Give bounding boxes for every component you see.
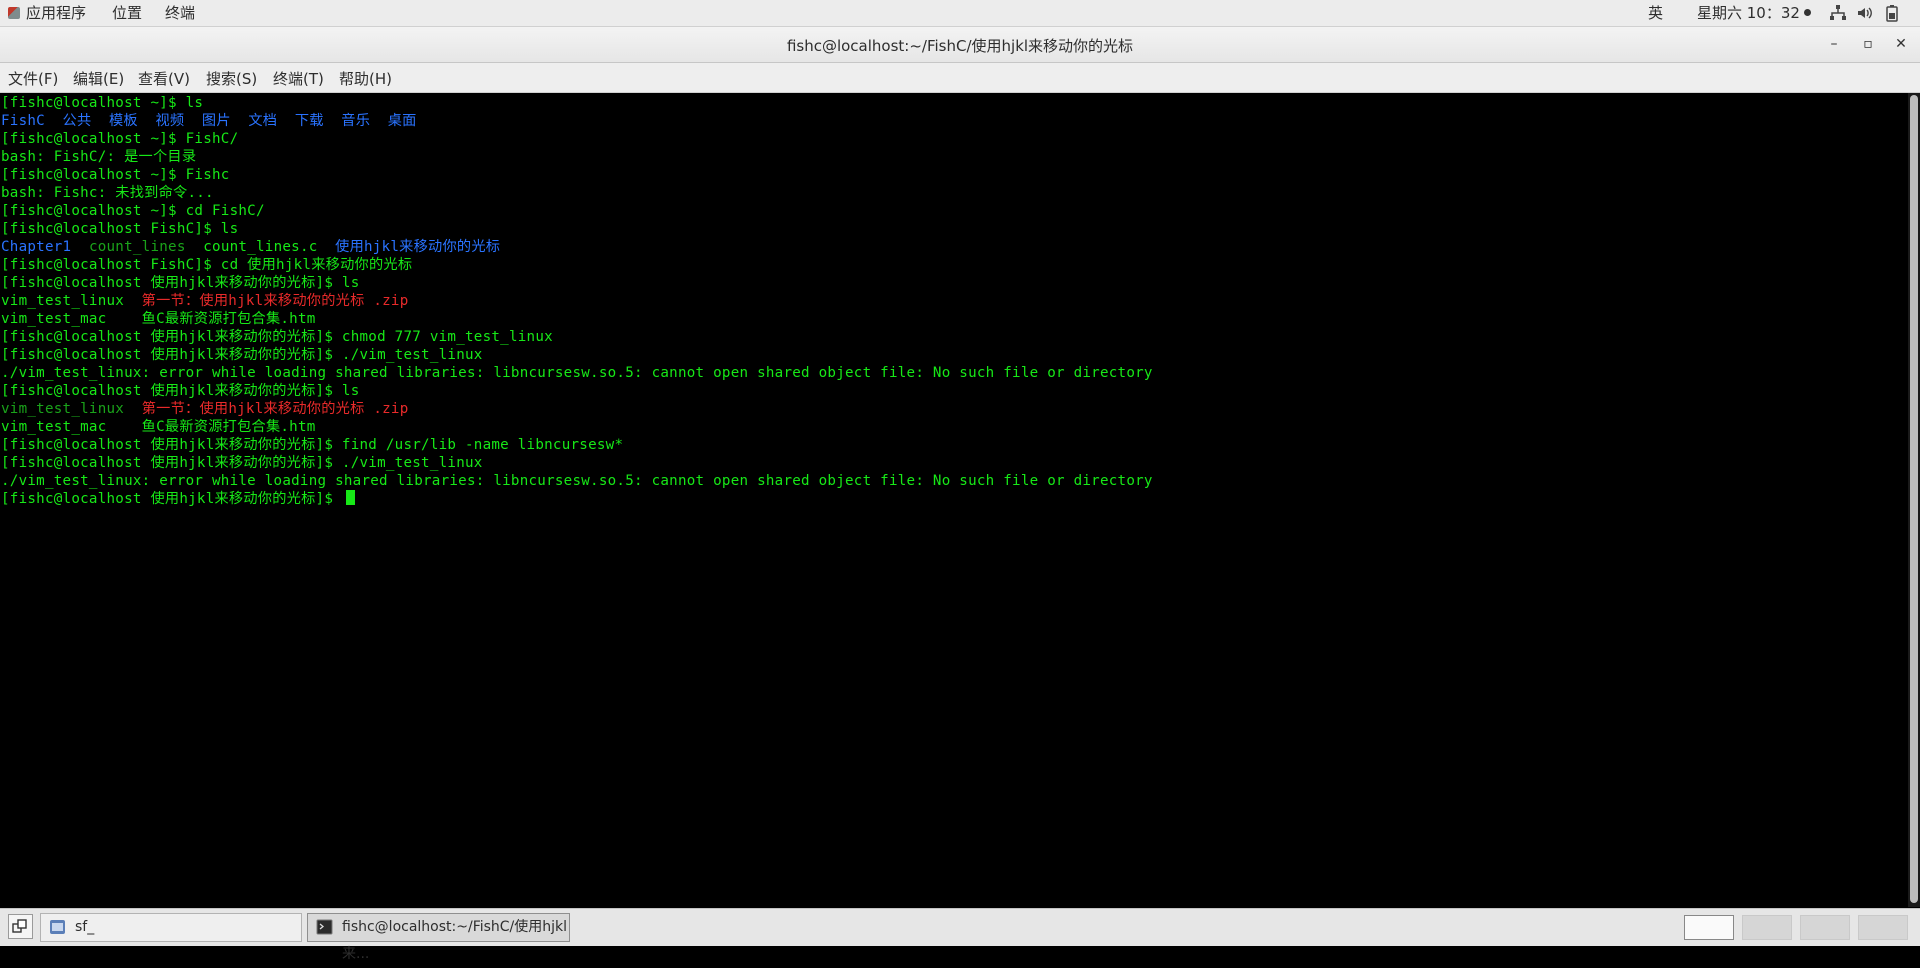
- workspace-4[interactable]: [1858, 915, 1908, 940]
- terminal-line: [fishc@localhost FishC]$ cd 使用hjkl来移动你的光…: [1, 256, 1153, 274]
- terminal-segment: [fishc@localhost FishC]$ ls: [1, 221, 239, 237]
- window-title-bar[interactable]: fishc@localhost:~/FishC/使用hjkl来移动你的光标 – …: [0, 27, 1920, 63]
- file-manager-icon: [50, 920, 65, 934]
- terminal-segment: FishC 公共 模板 视频 图片 文档 下载 音乐 桌面: [1, 113, 417, 129]
- terminal-scrollbar[interactable]: [1908, 93, 1920, 907]
- terminal-line: FishC 公共 模板 视频 图片 文档 下载 音乐 桌面: [1, 112, 1153, 130]
- menu-help[interactable]: 帮助(H): [339, 68, 392, 89]
- terminal-line: [fishc@localhost 使用hjkl来移动你的光标]$ find /u…: [1, 436, 1153, 454]
- terminal-line: [fishc@localhost 使用hjkl来移动你的光标]$ ls: [1, 382, 1153, 400]
- terminal-segment: [fishc@localhost ~]$ ls: [1, 95, 204, 111]
- maximize-button[interactable]: ▫: [1859, 35, 1877, 53]
- terminal-segment: [fishc@localhost 使用hjkl来移动你的光标]$ ls: [1, 383, 360, 399]
- terminal-line: bash: FishC/: 是一个目录: [1, 148, 1153, 166]
- show-desktop-button[interactable]: [8, 914, 33, 939]
- terminal-segment: Chapter1: [1, 239, 72, 255]
- terminal-segment: vim_test_linux: [1, 401, 125, 417]
- terminal-segment: [fishc@localhost 使用hjkl来移动你的光标]$ ./vim_t…: [1, 347, 483, 363]
- taskbar-item-label: sf_: [75, 919, 95, 935]
- terminal-line: vim_test_linux 第一节：使用hjkl来移动你的光标 .zip: [1, 400, 1153, 418]
- battery-icon[interactable]: [1883, 4, 1901, 22]
- terminal-segment: 第一节：使用hjkl来移动你的光标 .zip: [141, 293, 409, 309]
- close-button[interactable]: ✕: [1892, 35, 1910, 53]
- terminal-segment: count_lines.c: [185, 239, 336, 255]
- terminal-line: [fishc@localhost ~]$ Fishc: [1, 166, 1153, 184]
- terminal-segment: ./vim_test_linux: error while loading sh…: [1, 365, 1153, 381]
- clock[interactable]: 星期六 10：32: [1697, 3, 1811, 23]
- terminal-segment: bash: FishC/: 是一个目录: [1, 149, 197, 165]
- menubar: 文件(F) 编辑(E) 查看(V) 搜索(S) 终端(T) 帮助(H): [0, 63, 1920, 93]
- menu-view[interactable]: 查看(V): [138, 68, 190, 89]
- menu-file[interactable]: 文件(F): [8, 68, 58, 89]
- workspace-1[interactable]: [1684, 915, 1734, 940]
- taskbar-item-sf[interactable]: sf_: [40, 913, 302, 942]
- terminal-segment: vim_test_mac 鱼C最新资源打包合集.htm: [1, 419, 316, 435]
- clock-label: 星期六 10：32: [1697, 4, 1800, 22]
- show-desktop-icon: [12, 919, 27, 933]
- terminal-segment: [fishc@localhost 使用hjkl来移动你的光标]$ chmod 7…: [1, 329, 553, 345]
- places-menu[interactable]: 位置: [112, 3, 142, 23]
- terminal-line: [fishc@localhost 使用hjkl来移动你的光标]$: [1, 490, 1153, 508]
- scrollbar-thumb[interactable]: [1910, 95, 1918, 903]
- terminal-segment: [fishc@localhost 使用hjkl来移动你的光标]$: [1, 491, 342, 507]
- applications-menu[interactable]: 应用程序: [8, 3, 86, 23]
- terminal-line: [fishc@localhost ~]$ ls: [1, 94, 1153, 112]
- menu-terminal[interactable]: 终端(T): [273, 68, 324, 89]
- terminal-line: [fishc@localhost 使用hjkl来移动你的光标]$ ./vim_t…: [1, 454, 1153, 472]
- terminal-line: [fishc@localhost FishC]$ ls: [1, 220, 1153, 238]
- terminal-line: [fishc@localhost ~]$ cd FishC/: [1, 202, 1153, 220]
- terminal-segment: ./vim_test_linux: error while loading sh…: [1, 473, 1153, 489]
- applications-icon: [8, 7, 20, 19]
- applications-label: 应用程序: [26, 4, 87, 22]
- terminal-segment: count_lines: [88, 239, 186, 255]
- terminal-line: [fishc@localhost ~]$ FishC/: [1, 130, 1153, 148]
- terminal-line: Chapter1 count_lines count_lines.c 使用hjk…: [1, 238, 1153, 256]
- terminal-line: bash: Fishc: 未找到命令...: [1, 184, 1153, 202]
- terminal-segment: [fishc@localhost 使用hjkl来移动你的光标]$ ls: [1, 275, 360, 291]
- terminal-cursor: [345, 490, 355, 505]
- terminal-line: vim_test_linux 第一节：使用hjkl来移动你的光标 .zip: [1, 292, 1153, 310]
- terminal-segment: vim_test_linux: [1, 293, 142, 309]
- terminal-app-menu[interactable]: 终端: [165, 3, 195, 23]
- terminal-segment: [fishc@localhost ~]$ FishC/: [1, 131, 239, 147]
- notification-dot-icon: [1803, 9, 1811, 16]
- terminal-output[interactable]: [fishc@localhost ~]$ ls FishC 公共 模板 视频 图片…: [0, 93, 1908, 907]
- terminal-segment: [fishc@localhost ~]$ cd FishC/: [1, 203, 265, 219]
- terminal-segment: [71, 239, 89, 255]
- top-panel: 应用程序 位置 终端 英 星期六 10：32: [0, 0, 1920, 27]
- taskbar: sf_ fishc@localhost:~/FishC/使用hjkl来...: [0, 908, 1920, 962]
- workspace-2[interactable]: [1742, 915, 1792, 940]
- terminal-segment: [fishc@localhost ~]$ Fishc: [1, 167, 230, 183]
- workspace-3[interactable]: [1800, 915, 1850, 940]
- volume-icon[interactable]: [1856, 4, 1874, 22]
- terminal-line: ./vim_test_linux: error while loading sh…: [1, 364, 1153, 382]
- menu-edit[interactable]: 编辑(E): [73, 68, 124, 89]
- terminal-line: vim_test_mac 鱼C最新资源打包合集.htm: [1, 418, 1153, 436]
- terminal-line: vim_test_mac 鱼C最新资源打包合集.htm: [1, 310, 1153, 328]
- terminal-line: ./vim_test_linux: error while loading sh…: [1, 472, 1153, 490]
- menu-search[interactable]: 搜索(S): [206, 68, 257, 89]
- network-icon[interactable]: [1829, 4, 1847, 22]
- window-title: fishc@localhost:~/FishC/使用hjkl来移动你的光标: [786, 37, 1134, 55]
- terminal-icon: [316, 919, 333, 935]
- terminal-segment: [fishc@localhost FishC]$ cd 使用hjkl来移动你的光…: [1, 257, 413, 273]
- terminal-line: [fishc@localhost 使用hjkl来移动你的光标]$ ls: [1, 274, 1153, 292]
- terminal-segment: bash: Fishc: 未找到命令...: [1, 185, 214, 201]
- terminal-line: [fishc@localhost 使用hjkl来移动你的光标]$ chmod 7…: [1, 328, 1153, 346]
- terminal-segment: [fishc@localhost 使用hjkl来移动你的光标]$ find /u…: [1, 437, 624, 453]
- terminal-line: [fishc@localhost 使用hjkl来移动你的光标]$ ./vim_t…: [1, 346, 1153, 364]
- terminal-segment: [124, 401, 142, 417]
- terminal-segment: 第一节：使用hjkl来移动你的光标 .zip: [141, 401, 409, 417]
- terminal-text: [fishc@localhost ~]$ ls FishC 公共 模板 视频 图片…: [1, 94, 1153, 508]
- terminal-segment: [fishc@localhost 使用hjkl来移动你的光标]$ ./vim_t…: [1, 455, 483, 471]
- input-method-indicator[interactable]: 英: [1648, 3, 1663, 23]
- taskbar-item-label: fishc@localhost:~/FishC/使用hjkl来...: [342, 919, 568, 962]
- taskbar-item-terminal[interactable]: fishc@localhost:~/FishC/使用hjkl来...: [307, 913, 570, 962]
- terminal-segment: vim_test_mac 鱼C最新资源打包合集.htm: [1, 311, 316, 327]
- terminal-segment: 使用hjkl来移动你的光标: [335, 239, 501, 255]
- minimize-button[interactable]: –: [1825, 35, 1843, 53]
